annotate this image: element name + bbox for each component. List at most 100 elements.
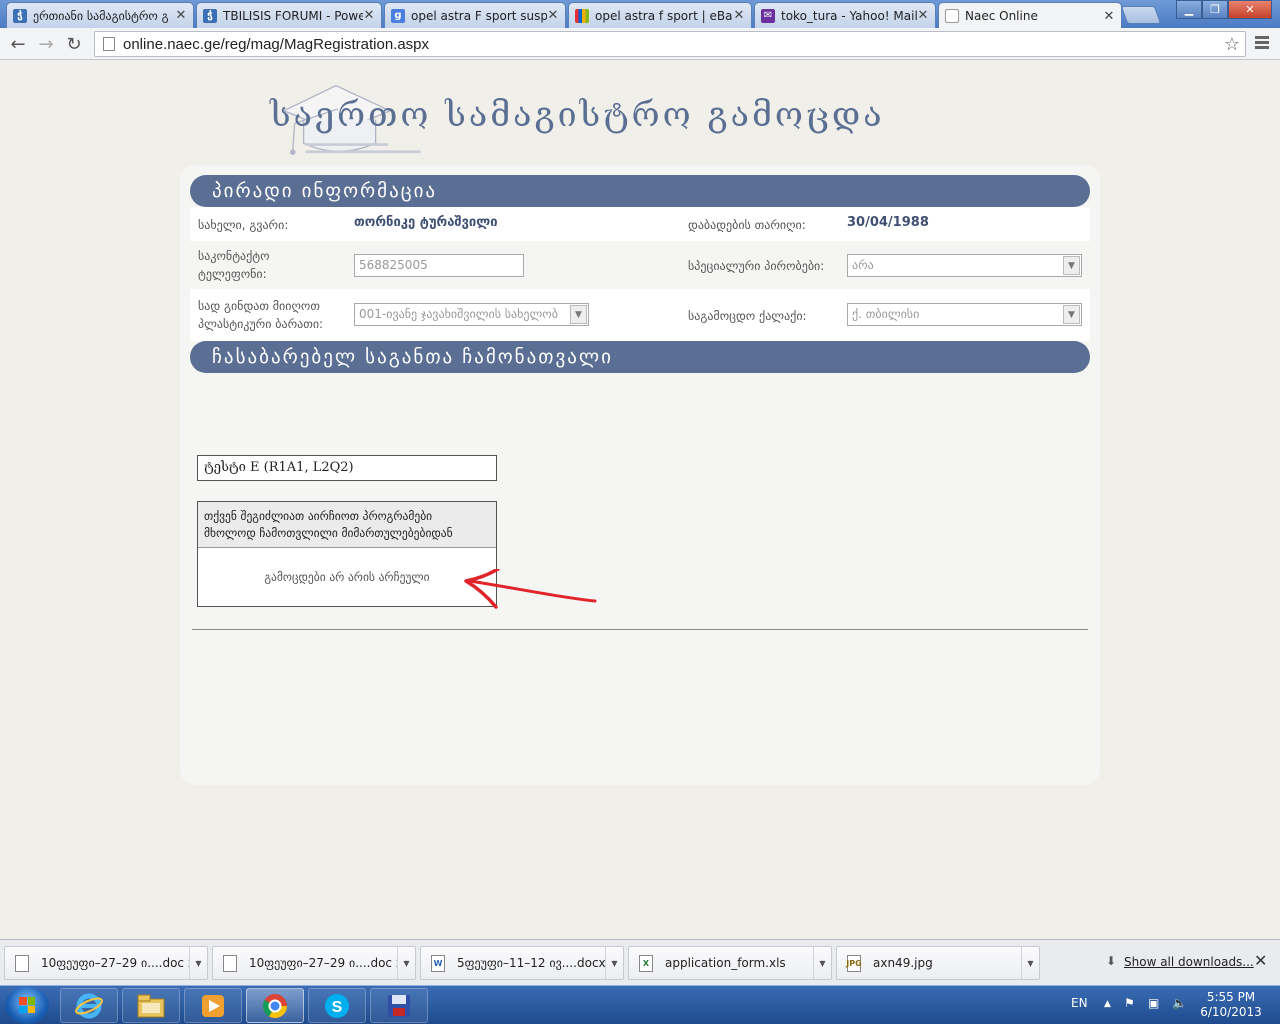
word-icon: W (431, 954, 445, 972)
chevron-down-icon[interactable]: ▼ (1021, 947, 1039, 979)
browser-toolbar: ← → ↻ online.naec.ge/reg/mag/MagRegistra… (0, 28, 1280, 60)
internet-explorer-icon[interactable] (60, 988, 118, 1023)
page-viewport: საერთო სამაგისტრო გამოცდა პირადი ინფორმა… (0, 61, 1280, 939)
media-player-icon[interactable] (184, 988, 242, 1023)
minimize-button[interactable]: ▁ (1176, 0, 1202, 19)
system-clock[interactable]: 5:55 PM 6/10/2013 (1196, 990, 1266, 1020)
registration-panel: პირადი ინფორმაცია სახელი, გვარი: თორნიკე… (180, 165, 1100, 785)
personal-row-phone: საკონტაქტო ტელეფონი: 568825005 სპეციალურ… (190, 241, 1090, 289)
tab-1[interactable]: ჭ ერთიანი სამაგისტრო გ ✕ (6, 2, 194, 28)
site-title: საერთო სამაგისტრო გამოცდა (270, 95, 885, 135)
red-annotation-arrow-icon (464, 569, 597, 609)
reload-icon[interactable]: ↻ (62, 32, 86, 56)
chevron-down-icon[interactable]: ▼ (397, 947, 415, 979)
tab-2[interactable]: ჭ TBILISIS FORUMI - Powe ✕ (196, 2, 382, 28)
tray-expand-icon[interactable]: ▲ (1104, 999, 1111, 1009)
tab-title: ერთიანი სამაგისტრო გ (33, 8, 169, 23)
url-text[interactable]: online.naec.ge/reg/mag/MagRegistration.a… (123, 36, 1219, 53)
document-icon (223, 954, 237, 972)
divider (192, 629, 1088, 630)
close-icon[interactable]: ✕ (917, 8, 929, 23)
google-icon: g (391, 8, 405, 23)
tab-title: opel astra F sport suspen (411, 8, 547, 23)
excel-icon: X (639, 954, 653, 972)
subjects-header: ჩასაბარებელ საგანთა ჩამონათვალი (190, 341, 1090, 373)
window-close-button[interactable]: ✕ (1228, 0, 1272, 19)
birth-date-value: 30/04/1988 (847, 215, 929, 230)
svg-text:S: S (332, 999, 343, 1016)
exam-city-select[interactable]: ქ. თბილისი ▼ (847, 303, 1082, 326)
windows-logo-icon (19, 997, 35, 1013)
tab-title: toko_tura - Yahoo! Mail (781, 8, 917, 23)
network-icon[interactable]: ▣ (1148, 996, 1159, 1010)
close-icon[interactable]: ✕ (1254, 951, 1267, 970)
name-value: თორნიკე ტურაშვილი (354, 215, 498, 230)
taskbar: S EN ▲ ⚑ ▣ 🔈 5:55 PM 6/10/2013 (0, 985, 1280, 1024)
bookmark-star-icon[interactable]: ☆ (1219, 34, 1245, 55)
card-location-label: სად გინდათ მიიღოთ პლასტიკური ბარათი: (198, 299, 324, 331)
tab-strip: ჭ ერთიანი სამაგისტრო გ ✕ ჭ TBILISIS FORU… (0, 0, 1280, 29)
tab-3[interactable]: g opel astra F sport suspen ✕ (384, 2, 566, 28)
forward-icon[interactable]: → (34, 32, 58, 56)
close-icon[interactable]: ✕ (547, 8, 559, 23)
download-arrow-icon: ⬇ (1106, 954, 1117, 968)
chevron-down-icon[interactable]: ▼ (189, 947, 207, 979)
new-tab-button[interactable] (1120, 6, 1162, 24)
personal-row-card: სად გინდათ მიიღოთ პლასტიკური ბარათი: 001… (190, 289, 1090, 341)
tab-title: TBILISIS FORUMI - Powe (223, 8, 363, 23)
download-item[interactable]: JPG axn49.jpg ▼ (836, 946, 1040, 980)
chevron-down-icon[interactable]: ▼ (605, 947, 623, 979)
tab-6-active[interactable]: Naec Online ✕ (938, 2, 1122, 29)
start-button[interactable] (5, 987, 49, 1024)
tab-4[interactable]: opel astra f sport | eBay ✕ (568, 2, 752, 28)
program-choice-instructions: თქვენ შეგიძლიათ აირჩიოთ პროგრამები მხოლო… (198, 502, 496, 548)
download-item[interactable]: X application_form.xls ▼ (628, 946, 832, 980)
language-indicator[interactable]: EN (1071, 996, 1088, 1010)
chrome-icon[interactable] (246, 988, 304, 1023)
tab-title: opel astra f sport | eBay (595, 8, 733, 23)
forum-icon: ჭ (13, 8, 27, 23)
close-icon[interactable]: ✕ (1103, 9, 1115, 24)
chevron-down-icon: ▼ (570, 305, 587, 324)
download-shelf: 10ფეუფი–27–29 ი....doc x ▼ 10ფეუფი–27–29… (0, 939, 1280, 985)
volume-icon[interactable]: 🔈 (1172, 996, 1187, 1010)
chevron-down-icon[interactable]: ▼ (813, 947, 831, 979)
special-conditions-select[interactable]: არა ▼ (847, 254, 1082, 277)
no-exams-selected-text: გამოცდები არ არის არჩეული (264, 570, 430, 584)
phone-label: საკონტაქტო ტელეფონი: (198, 249, 270, 281)
maximize-button[interactable]: ❐ (1202, 0, 1228, 19)
forum-icon: ჭ (203, 8, 217, 23)
phone-input[interactable]: 568825005 (354, 254, 524, 277)
tab-5[interactable]: ✉ toko_tura - Yahoo! Mail ✕ (754, 2, 936, 28)
menu-icon[interactable] (1252, 34, 1272, 54)
chevron-down-icon: ▼ (1063, 256, 1080, 275)
download-item[interactable]: 10ფეუფი–27–29 ი....doc x ▼ (212, 946, 416, 980)
exam-item[interactable]: ტესტი E (R1A1, L2Q2) (197, 455, 497, 481)
personal-row-name: სახელი, გვარი: თორნიკე ტურაშვილი დაბადებ… (190, 207, 1090, 241)
action-center-flag-icon[interactable]: ⚑ (1124, 996, 1135, 1010)
special-conditions-label: სპეციალური პირობები: (688, 259, 825, 273)
show-all-downloads-link[interactable]: Show all downloads... (1124, 955, 1254, 969)
close-icon[interactable]: ✕ (175, 8, 187, 23)
close-icon[interactable]: ✕ (733, 8, 745, 23)
save-icon[interactable] (370, 988, 428, 1023)
window-controls: ▁ ❐ ✕ (1176, 0, 1272, 20)
file-explorer-icon[interactable] (122, 988, 180, 1023)
back-icon[interactable]: ← (6, 32, 30, 56)
skype-icon[interactable]: S (308, 988, 366, 1023)
close-icon[interactable]: ✕ (363, 8, 375, 23)
page-icon (945, 9, 959, 23)
ebay-icon (575, 8, 589, 23)
program-choice-box: თქვენ შეგიძლიათ აირჩიოთ პროგრამები მხოლო… (197, 501, 497, 607)
card-location-select[interactable]: 001-ივანე ჯავახიშვილის სახელობ ▼ (354, 303, 589, 326)
address-bar[interactable]: online.naec.ge/reg/mag/MagRegistration.a… (94, 31, 1246, 57)
download-item[interactable]: W 5ფეუფი–11–12 ივ....docx ▼ (420, 946, 624, 980)
personal-info-header: პირადი ინფორმაცია (190, 175, 1090, 207)
download-item[interactable]: 10ფეუფი–27–29 ი....doc x ▼ (4, 946, 208, 980)
document-icon (15, 954, 29, 972)
page-icon (103, 37, 115, 51)
mail-icon: ✉ (761, 8, 775, 23)
image-icon: JPG (846, 954, 862, 972)
birth-date-label: დაბადების თარიღი: (688, 218, 806, 232)
chevron-down-icon: ▼ (1063, 305, 1080, 324)
